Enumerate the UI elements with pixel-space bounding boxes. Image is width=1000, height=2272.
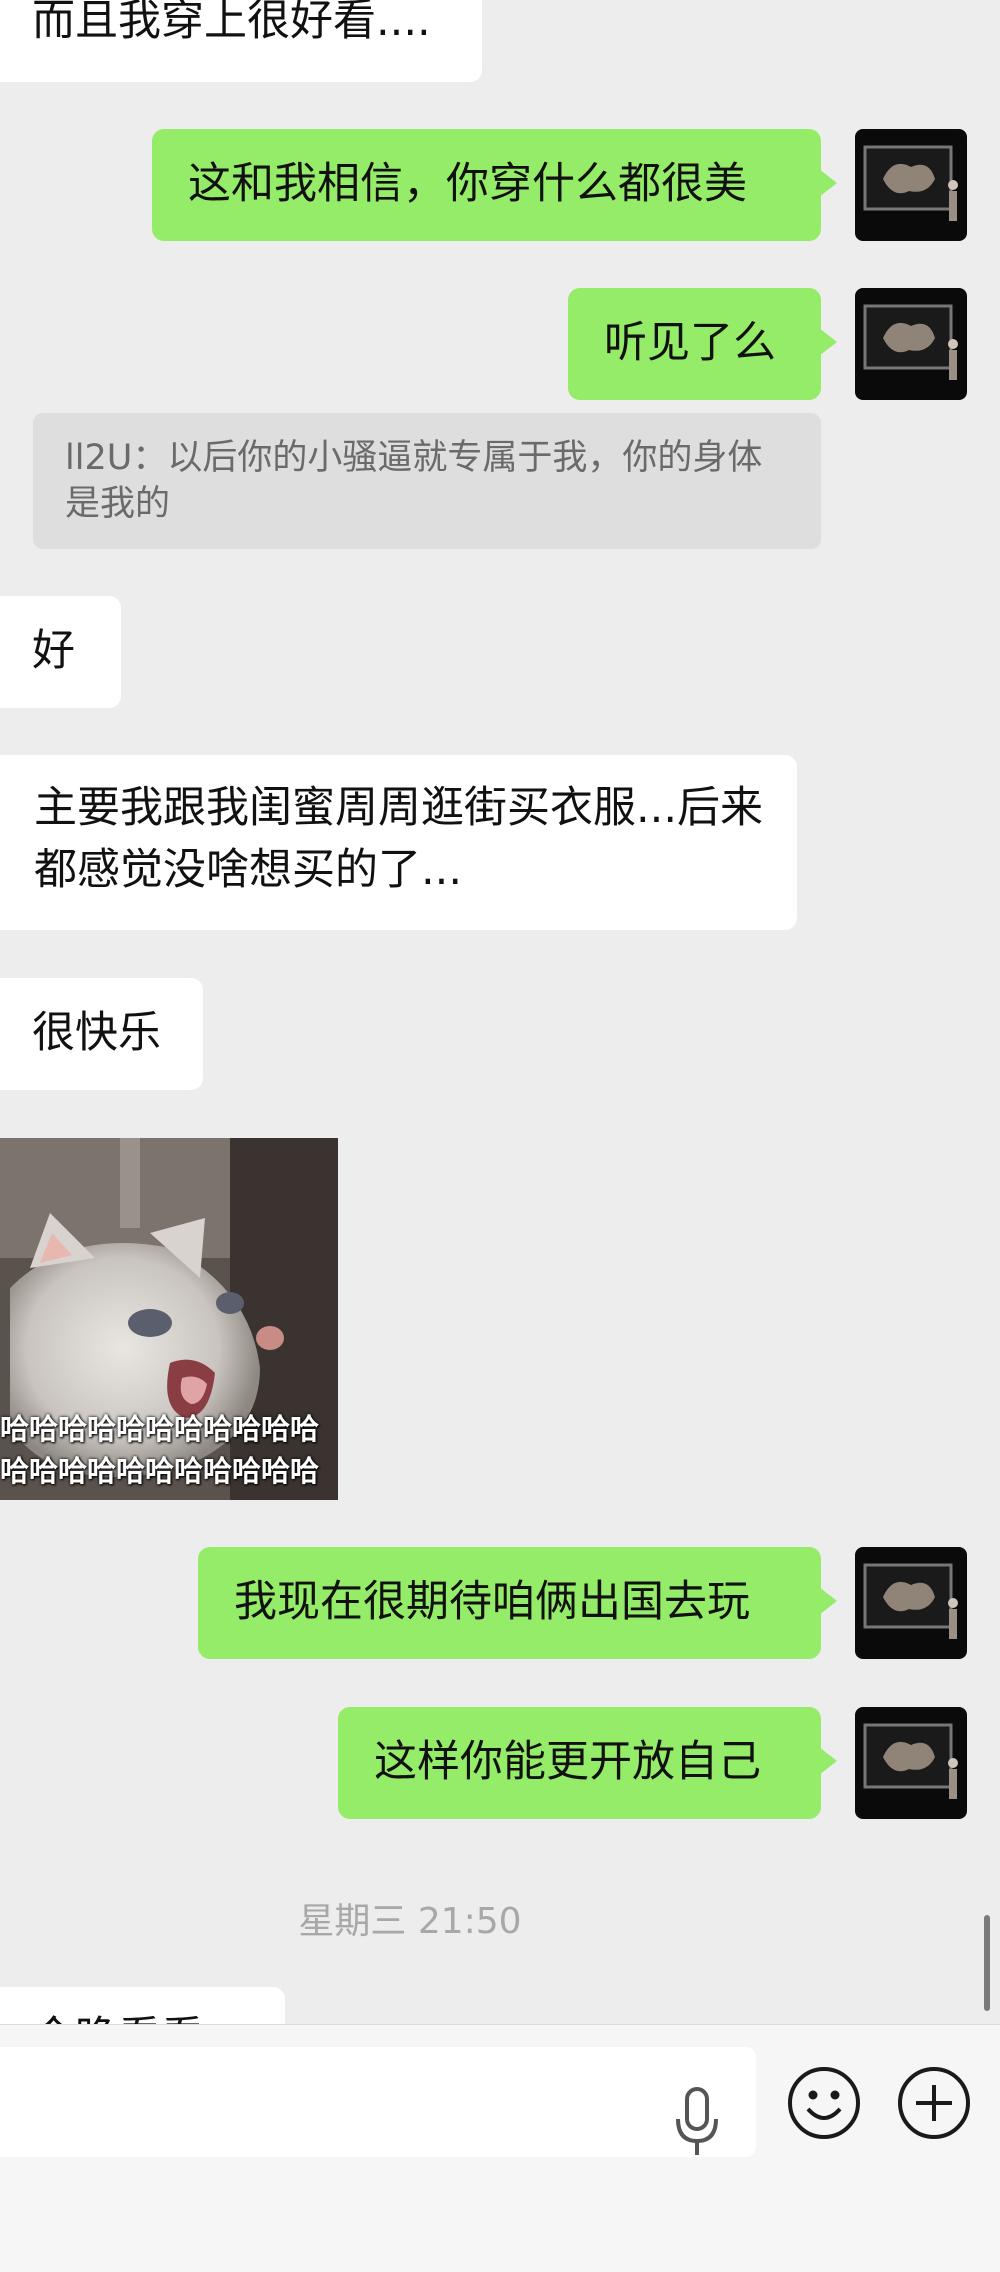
message-input[interactable] <box>0 2047 756 2157</box>
scrollbar[interactable] <box>984 1915 990 2011</box>
cat-laughing-sticker[interactable]: 哈哈哈哈哈哈哈哈哈哈哈 哈哈哈哈哈哈哈哈哈哈哈 <box>0 1138 338 1500</box>
message-incoming[interactable]: 好 <box>0 596 121 708</box>
quoted-message[interactable]: ll2U：以后你的小骚逼就专属于我，你的身体是我的 <box>33 413 821 549</box>
message-text: 很快乐 <box>32 1008 161 1058</box>
avatar-image-icon <box>863 1563 958 1639</box>
avatar-image-icon <box>863 1723 958 1799</box>
message-text: 这和我相信，你穿什么都很美 <box>188 159 747 209</box>
chat-input-bar <box>0 2024 1000 2272</box>
my-avatar[interactable] <box>855 129 967 241</box>
my-avatar[interactable] <box>855 1707 967 1819</box>
avatar-image-icon <box>863 304 958 380</box>
message-incoming[interactable]: 很快乐 <box>0 978 203 1090</box>
message-text: 听见了么 <box>604 318 776 368</box>
message-outgoing[interactable]: 这和我相信，你穿什么都很美 <box>152 129 837 241</box>
my-avatar[interactable] <box>855 288 967 400</box>
plus-icon[interactable] <box>896 2065 972 2141</box>
message-text: 这样你能更开放自己 <box>374 1737 761 1787</box>
message-text: 我现在很期待咱俩出国去玩 <box>234 1577 750 1627</box>
avatar-image-icon <box>863 145 958 221</box>
message-outgoing[interactable]: 我现在很期待咱俩出国去玩 <box>198 1547 837 1659</box>
emoji-icon[interactable] <box>786 2065 862 2141</box>
message-text: 而且我穿上很好看.... <box>32 0 431 46</box>
message-text: 主要我跟我闺蜜周周逛街买衣服...后来都感觉没啥想买的了... <box>34 783 764 895</box>
message-incoming[interactable]: 而且我穿上很好看.... <box>0 0 482 82</box>
my-avatar[interactable] <box>855 1547 967 1659</box>
message-outgoing[interactable]: 听见了么 <box>568 288 837 400</box>
sticker-caption: 哈哈哈哈哈哈哈哈哈哈哈 <box>0 1454 320 1488</box>
message-incoming[interactable]: 主要我跟我闺蜜周周逛街买衣服...后来都感觉没啥想买的了... <box>0 755 797 930</box>
message-text: 好 <box>32 626 75 676</box>
message-outgoing[interactable]: 这样你能更开放自己 <box>338 1707 837 1819</box>
message-timestamp: 星期三 21:50 <box>298 1901 522 1942</box>
message-text: 今晚看看 <box>32 2013 204 2024</box>
sticker-caption: 哈哈哈哈哈哈哈哈哈哈哈 <box>0 1412 320 1446</box>
quoted-text: ll2U：以后你的小骚逼就专属于我，你的身体是我的 <box>65 438 763 524</box>
microphone-icon[interactable] <box>672 2085 722 2161</box>
chat-history[interactable]: 而且我穿上很好看.... 这和我相信，你穿什么都很美 听见了么 ll2U：以后你… <box>0 0 1000 2024</box>
message-incoming[interactable]: 今晚看看 <box>0 1987 285 2024</box>
